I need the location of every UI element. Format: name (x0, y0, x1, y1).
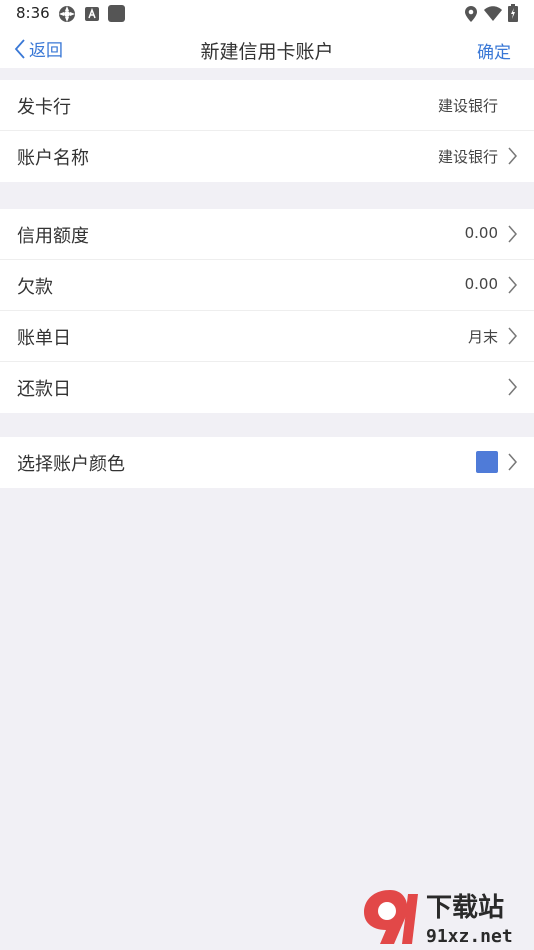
account-name-value: 建设银行 (437, 148, 498, 166)
watermark-logo: 下载站 91xz.net (364, 890, 513, 947)
status-bar: 8:36 (0, 0, 534, 28)
chevron-right-icon (508, 378, 517, 396)
page-title: 新建信用卡账户 (200, 41, 334, 63)
issuer-row[interactable]: 发卡行 建设银行 (0, 80, 534, 131)
app-a-icon (85, 7, 99, 21)
status-time: 8:36 (16, 4, 50, 22)
chevron-right-icon (508, 147, 517, 165)
debt-label: 欠款 (17, 277, 53, 298)
issuer-label: 发卡行 (17, 97, 71, 118)
chevron-right-icon (508, 327, 517, 345)
watermark-domain: 91xz.net (426, 926, 513, 947)
repay-day-label: 还款日 (17, 379, 71, 400)
credit-limit-label: 信用额度 (17, 226, 89, 247)
chevron-right-icon (508, 276, 517, 294)
battery-icon (508, 4, 518, 22)
account-name-label: 账户名称 (17, 148, 89, 169)
color-swatch (476, 451, 498, 473)
credit-group: 信用额度 0.00 欠款 0.00 账单日 月末 还款日 (0, 209, 534, 413)
navigation-bar: 返回 新建信用卡账户 确定 (0, 28, 534, 68)
bill-day-row[interactable]: 账单日 月末 (0, 311, 534, 362)
repay-day-row[interactable]: 还款日 (0, 362, 534, 413)
account-color-row[interactable]: 选择账户颜色 (0, 437, 534, 488)
watermark-brand: 下载站 (426, 893, 504, 923)
location-icon (465, 6, 477, 22)
color-group: 选择账户颜色 (0, 437, 534, 488)
debt-row[interactable]: 欠款 0.00 (0, 260, 534, 311)
debt-value: 0.00 (464, 275, 498, 293)
issuer-value: 建设银行 (437, 97, 498, 115)
account-color-label: 选择账户颜色 (17, 454, 125, 475)
bill-day-label: 账单日 (17, 328, 71, 349)
chevron-right-icon (508, 453, 517, 471)
bank-group: 发卡行 建设银行 账户名称 建设银行 (0, 80, 534, 182)
chevron-right-icon (508, 225, 517, 243)
bill-day-value: 月末 (467, 328, 498, 346)
credit-limit-row[interactable]: 信用额度 0.00 (0, 209, 534, 260)
credit-limit-value: 0.00 (464, 224, 498, 242)
wifi-icon (484, 6, 502, 21)
account-name-row[interactable]: 账户名称 建设银行 (0, 131, 534, 182)
confirm-button[interactable]: 确定 (477, 38, 511, 63)
square-app-icon (108, 5, 125, 22)
gear-icon (59, 6, 75, 22)
